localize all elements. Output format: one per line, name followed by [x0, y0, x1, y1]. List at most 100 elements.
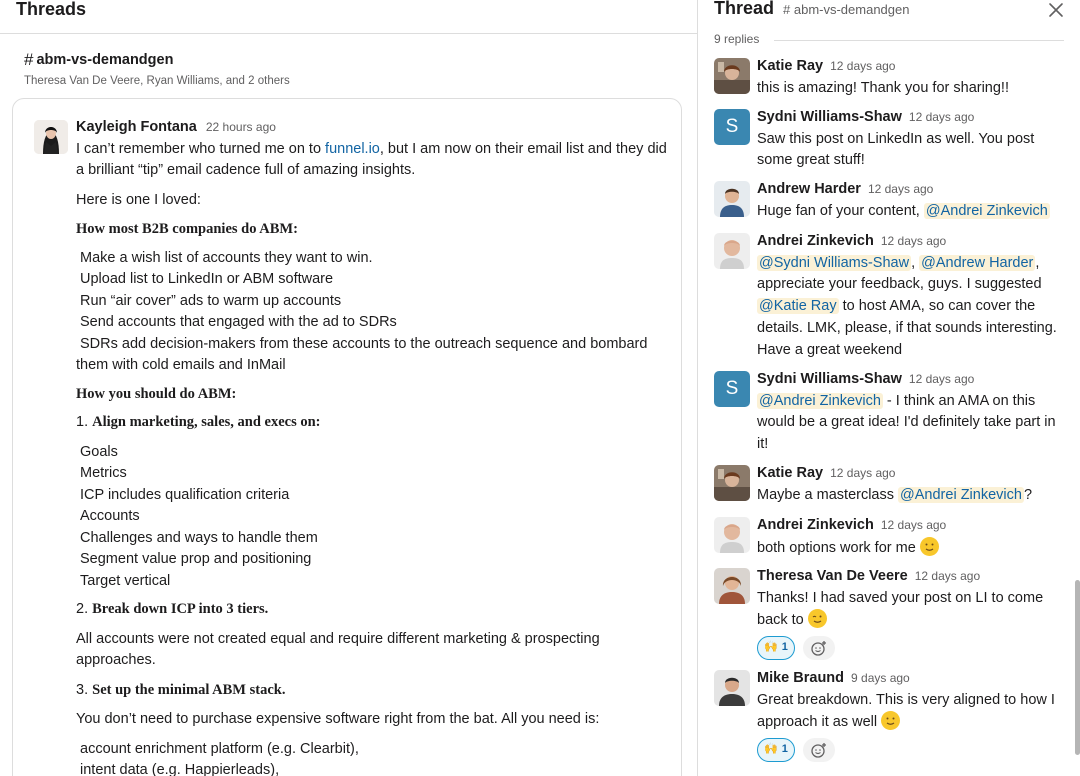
close-icon[interactable]	[1046, 0, 1066, 20]
list-item: Goals	[80, 443, 118, 460]
avatar[interactable]	[714, 233, 750, 269]
reply-timestamp[interactable]: 12 days ago	[909, 369, 974, 391]
reply-timestamp[interactable]: 12 days ago	[909, 107, 974, 129]
bullet-list: Goals Metrics ICP includes qualification…	[76, 442, 672, 593]
avatar[interactable]	[714, 568, 750, 604]
reply-author[interactable]: Katie Ray	[757, 56, 823, 78]
threads-header: Threads	[0, 0, 697, 34]
reply-text: Great breakdown. This is very aligned to…	[757, 691, 1055, 731]
reply-text: Huge fan of your content, @Andrei Zinkev…	[757, 202, 1050, 219]
reply-text: @Andrei Zinkevich - I think an AMA on th…	[757, 392, 1056, 453]
avatar[interactable]	[714, 181, 750, 217]
message-paragraph: I can’t remember who turned me on to fun…	[76, 140, 667, 179]
bullet-list: account enrichment platform (e.g. Clearb…	[76, 739, 672, 776]
reply-item: Katie Ray 12 days ago this is amazing! Th…	[714, 56, 1070, 100]
reply-author[interactable]: Sydni Williams-Shaw	[757, 107, 902, 129]
reaction-count: 1	[781, 641, 788, 654]
raised-hands-reaction[interactable]: 🙌 1	[757, 738, 795, 763]
slight-smile-emoji-icon	[919, 536, 939, 556]
funnel-link[interactable]: funnel.io	[325, 141, 380, 157]
user-mention[interactable]: @Andrei Zinkevich	[898, 486, 1024, 503]
reply-timestamp[interactable]: 12 days ago	[830, 463, 895, 485]
reply-author[interactable]: Andrei Zinkevich	[757, 515, 874, 537]
reply-timestamp[interactable]: 12 days ago	[915, 566, 980, 588]
divider	[774, 40, 1064, 41]
reply-timestamp[interactable]: 9 days ago	[851, 668, 910, 690]
list-item: Metrics	[80, 465, 127, 481]
reply-author[interactable]: Katie Ray	[757, 463, 823, 485]
reply-timestamp[interactable]: 12 days ago	[881, 515, 946, 537]
reply-author[interactable]: Andrei Zinkevich	[757, 231, 874, 253]
wink-emoji-icon	[807, 609, 827, 629]
add-reaction-icon[interactable]	[802, 636, 835, 661]
user-mention[interactable]: @Andrei Zinkevich	[923, 202, 1050, 219]
message-paragraph: You don’t need to purchase expensive sof…	[76, 711, 600, 727]
user-mention[interactable]: @Katie Ray	[757, 298, 839, 315]
list-item: ICP includes qualification criteria	[80, 486, 290, 503]
hash-icon: #	[24, 50, 34, 69]
list-item: SDRs add decision-makers from these acco…	[76, 335, 648, 374]
channel-header: # abm-vs-demandgen Theresa Van De Veere,…	[24, 50, 290, 87]
reaction-count: 1	[781, 743, 788, 756]
reactions-bar: 🙌 1	[757, 738, 1070, 763]
raised-hands-icon: 🙌	[764, 743, 778, 756]
avatar[interactable]: S	[714, 109, 750, 145]
reply-item: Andrei Zinkevich 12 days ago both options…	[714, 515, 1070, 559]
reply-text: Maybe a masterclass @Andrei Zinkevich?	[757, 486, 1033, 503]
channel-link[interactable]: # abm-vs-demandgen	[24, 50, 290, 70]
thread-channel-link[interactable]: # abm-vs-demandgen	[783, 2, 909, 17]
message-card: Kayleigh Fontana 22 hours ago I can’t re…	[12, 98, 682, 776]
list-item: Run “air cover” ads to warm up accounts	[80, 292, 342, 309]
thread-scrollbar[interactable]	[1075, 580, 1080, 755]
avatar[interactable]	[34, 120, 68, 154]
user-mention[interactable]: @Andrei Zinkevich	[757, 392, 883, 409]
reply-item: S Sydni Williams-Shaw 12 days ago @Andrei…	[714, 369, 1070, 459]
reply-item: Katie Ray 12 days ago Maybe a masterclass…	[714, 463, 1070, 507]
reply-text: Thanks! I had saved your post on LI to c…	[757, 589, 1044, 629]
list-item: Accounts	[80, 508, 140, 524]
avatar[interactable]	[714, 58, 750, 94]
message-paragraph: All accounts were not created equal and …	[76, 630, 600, 669]
list-item: Target vertical	[80, 572, 171, 589]
reply-author[interactable]: Theresa Van De Veere	[757, 566, 908, 588]
thread-title: Thread	[714, 0, 775, 18]
channel-members[interactable]: Theresa Van De Veere, Ryan Williams, and…	[24, 75, 290, 87]
reply-author[interactable]: Mike Braund	[757, 668, 844, 690]
reply-text: both options work for me	[757, 536, 1070, 560]
reply-text: @Sydni Williams-Shaw, @Andrew Harder, ap…	[757, 254, 1057, 358]
avatar[interactable]	[714, 517, 750, 553]
avatar[interactable]	[714, 670, 750, 706]
reply-author[interactable]: Andrew Harder	[757, 179, 861, 201]
message-body: Kayleigh Fontana 22 hours ago I can’t re…	[76, 117, 672, 776]
bullet-list: Make a wish list of accounts they want t…	[76, 248, 672, 377]
replies-count: 9 replies	[714, 32, 760, 46]
reply-timestamp[interactable]: 12 days ago	[830, 56, 895, 78]
message-author[interactable]: Kayleigh Fontana	[76, 117, 197, 139]
reply-item: S Sydni Williams-Shaw 12 days ago Saw thi…	[714, 107, 1070, 173]
add-reaction-icon[interactable]	[802, 738, 835, 763]
list-item: Make a wish list of accounts they want t…	[80, 249, 373, 266]
user-mention[interactable]: @Sydni Williams-Shaw	[757, 254, 912, 271]
list-item: Upload list to LinkedIn or ABM software	[80, 271, 334, 287]
message-timestamp[interactable]: 22 hours ago	[206, 117, 276, 139]
user-mention[interactable]: @Andrew Harder	[919, 254, 1036, 271]
reply-author[interactable]: Sydni Williams-Shaw	[757, 369, 902, 391]
raised-hands-icon: 🙌	[764, 641, 778, 654]
section-heading: How you should do ABM:	[76, 385, 237, 402]
channel-name: abm-vs-demandgen	[36, 52, 174, 68]
step-heading: 1. Align marketing, sales, and execs on:	[76, 414, 321, 430]
threads-pane: Threads # abm-vs-demandgen Theresa Van D…	[0, 0, 697, 776]
reply-item: Theresa Van De Veere 12 days ago Thanks! …	[714, 566, 1070, 662]
reply-item: Andrew Harder 12 days ago Huge fan of you…	[714, 179, 1070, 223]
list-item: Challenges and ways to handle them	[80, 529, 318, 546]
avatar[interactable]	[714, 465, 750, 501]
reply-timestamp[interactable]: 12 days ago	[881, 231, 946, 253]
reply-item: Andrei Zinkevich 12 days ago @Sydni Willi…	[714, 231, 1070, 361]
raised-hands-reaction[interactable]: 🙌 1	[757, 636, 795, 661]
step-heading: 2. Break down ICP into 3 tiers.	[76, 601, 269, 617]
avatar[interactable]: S	[714, 371, 750, 407]
thread-header: Thread # abm-vs-demandgen	[714, 0, 909, 19]
reply-timestamp[interactable]: 12 days ago	[868, 179, 933, 201]
reply-text: Saw this post on LinkedIn as well. You p…	[757, 130, 1035, 169]
threads-title: Threads	[16, 0, 87, 19]
